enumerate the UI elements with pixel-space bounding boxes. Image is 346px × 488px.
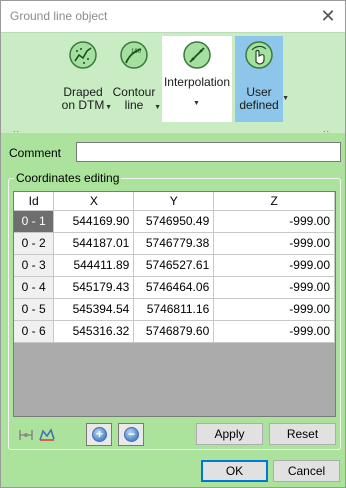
draped-icon [69, 41, 97, 69]
plus-icon: + [92, 427, 107, 442]
z-cell[interactable]: -999.00 [213, 298, 335, 321]
column-header-z[interactable]: Z [213, 192, 335, 211]
row-id-cell[interactable]: 0 - 5 [14, 298, 55, 321]
apply-button[interactable]: Apply [196, 423, 263, 445]
table-row[interactable]: 0 - 3 544411.89 5746527.61 -999.00 [14, 254, 335, 277]
x-cell[interactable]: 544411.89 [53, 254, 135, 277]
z-cell[interactable]: -999.00 [213, 232, 335, 255]
main-panel: Comment Coordinates editing Id X Y Z 0 -… [1, 133, 345, 487]
row-id-cell[interactable]: 0 - 3 [14, 254, 55, 277]
table-row[interactable]: 0 - 2 544187.01 5746779.38 -999.00 [14, 232, 335, 255]
user-defined-icon [245, 41, 273, 69]
chevron-down-icon: ▼ [193, 100, 200, 107]
draw-line-icon[interactable] [38, 427, 56, 443]
y-cell[interactable]: 5746950.49 [133, 210, 215, 233]
comment-label: Comment [9, 146, 62, 160]
z-cell[interactable]: -999.00 [213, 276, 335, 299]
ok-button[interactable]: OK [201, 460, 268, 482]
title-bar: Ground line object ✕ [1, 1, 345, 32]
chevron-down-icon: ▼ [282, 95, 289, 102]
table-row[interactable]: 0 - 6 545316.32 5746879.60 -999.00 [14, 320, 335, 343]
y-cell[interactable]: 5746779.38 [133, 232, 215, 255]
reset-button[interactable]: Reset [269, 423, 336, 445]
coordinates-table: Id X Y Z 0 - 1 544169.90 5746950.49 -999… [14, 192, 335, 343]
column-header-id[interactable]: Id [14, 192, 55, 211]
y-cell[interactable]: 5746527.61 [133, 254, 215, 277]
x-cell[interactable]: 544187.01 [53, 232, 135, 255]
coordinates-grid[interactable]: Id X Y Z 0 - 1 544169.90 5746950.49 -999… [13, 191, 336, 417]
ribbon-toolbar: Draped on DTM ▼ 100 Contour line ▼ Inter… [1, 32, 345, 134]
interpolation-label: Interpolation [163, 75, 231, 89]
interpolation-icon [183, 41, 211, 69]
close-icon[interactable]: ✕ [317, 5, 339, 27]
dialog-window: Ground line object ✕ Draped on DTM ▼ 100… [0, 0, 346, 488]
x-cell[interactable]: 545316.32 [53, 320, 135, 343]
x-cell[interactable]: 545394.54 [53, 298, 135, 321]
svg-text:100: 100 [131, 49, 142, 55]
draped-label-2: on DTM [61, 98, 105, 112]
draped-on-dtm-button[interactable]: Draped on DTM ▼ [57, 36, 112, 122]
x-cell[interactable]: 545179.43 [53, 276, 135, 299]
column-header-y[interactable]: Y [133, 192, 215, 211]
window-title: Ground line object [10, 9, 108, 23]
user-defined-label-2: defined [239, 98, 279, 112]
table-header-row: Id X Y Z [14, 192, 335, 211]
chevron-down-icon: ▼ [154, 104, 161, 111]
z-cell[interactable]: -999.00 [213, 210, 335, 233]
y-cell[interactable]: 5746811.16 [133, 298, 215, 321]
coordinates-group-label: Coordinates editing [14, 171, 122, 185]
y-cell[interactable]: 5746464.06 [133, 276, 215, 299]
contour-label-2: line [124, 98, 144, 112]
minus-icon: − [124, 427, 139, 442]
row-id-cell[interactable]: 0 - 1 [14, 210, 55, 233]
row-id-cell[interactable]: 0 - 4 [14, 276, 55, 299]
table-row[interactable]: 0 - 1 544169.90 5746950.49 -999.00 [14, 210, 335, 233]
z-cell[interactable]: -999.00 [213, 254, 335, 277]
contour-line-button[interactable]: 100 Contour line ▼ [111, 36, 161, 122]
row-id-cell[interactable]: 0 - 6 [14, 320, 55, 343]
user-defined-button[interactable]: User defined ▼ [235, 36, 289, 122]
pick-points-icon[interactable] [17, 427, 35, 443]
table-row[interactable]: 0 - 4 545179.43 5746464.06 -999.00 [14, 276, 335, 299]
row-id-cell[interactable]: 0 - 2 [14, 232, 55, 255]
remove-point-button[interactable]: − [118, 423, 144, 446]
y-cell[interactable]: 5746879.60 [133, 320, 215, 343]
cancel-button[interactable]: Cancel [273, 460, 340, 482]
table-row[interactable]: 0 - 5 545394.54 5746811.16 -999.00 [14, 298, 335, 321]
add-point-button[interactable]: + [86, 423, 112, 446]
x-cell[interactable]: 544169.90 [53, 210, 135, 233]
interpolation-button[interactable]: Interpolation ▼ [162, 36, 232, 122]
contour-icon: 100 [120, 41, 148, 69]
z-cell[interactable]: -999.00 [213, 320, 335, 343]
comment-input[interactable] [76, 142, 341, 162]
column-header-x[interactable]: X [53, 192, 135, 211]
